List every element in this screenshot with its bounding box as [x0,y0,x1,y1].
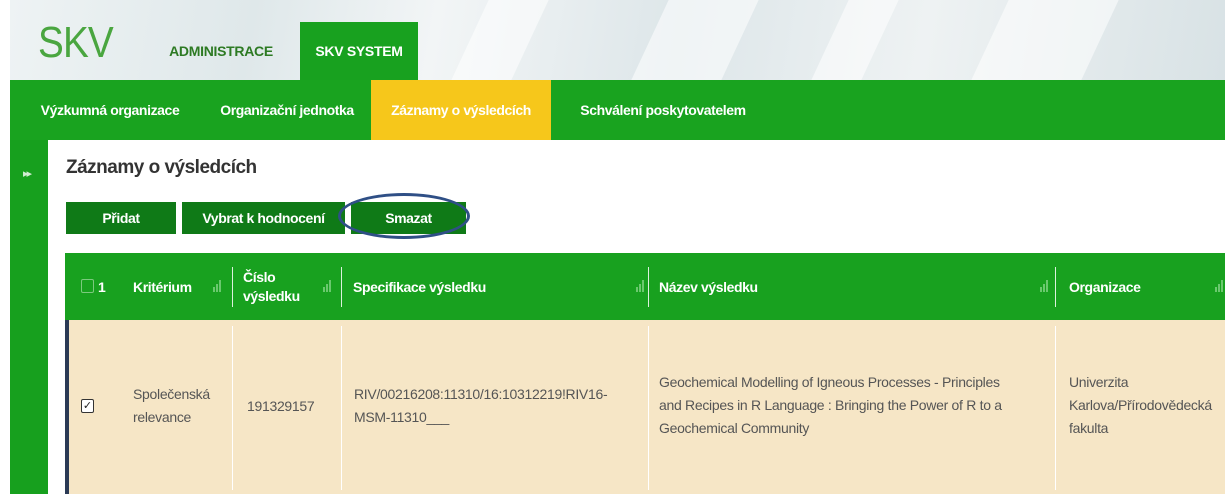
cell-text-line: RIV/00216208:11310/16:10312219!RIV16- [354,386,608,402]
column-divider [1055,267,1056,307]
table-header: 1 Kritérium Číslo výsledku Specifikace v… [65,253,1225,320]
cell-specifikace-vysledku: RIV/00216208:11310/16:10312219!RIV16- MS… [354,383,646,429]
column-divider [648,267,649,307]
cell-cislo-vysledku: 191329157 [247,398,315,414]
cell-kriterium: Společenská relevance [133,383,231,429]
column-label: Organizace [1069,278,1141,295]
nav-item-organizacni-jednotka[interactable]: Organizační jednotka [207,80,367,140]
sort-icon[interactable] [1040,280,1048,292]
column-header-kriterium[interactable]: Kritérium [132,253,232,320]
column-header-specifikace-vysledku[interactable]: Specifikace výsledku [353,253,648,320]
nav-item-zaznamy-o-vysledcich[interactable]: Záznamy o výsledcích [371,80,551,140]
cell-divider [341,326,342,490]
cell-divider [232,326,233,490]
column-label: Specifikace výsledku [353,278,486,295]
column-header-nazev-vysledku[interactable]: Název výsledku [659,253,1054,320]
nav-item-schvaleni-poskytovatelem[interactable]: Schválení poskytovatelem [563,80,763,140]
cell-text-line: MSM-11310___ [354,409,449,425]
cell-text-line: fakulta [1069,420,1109,436]
delete-button[interactable]: Smazat [351,202,466,234]
cell-text-line: Geochemical Community [659,420,810,436]
cell-text-line: Geochemical Modelling of Igneous Process… [659,374,1000,390]
column-header-organizace[interactable]: Organizace [1069,253,1225,320]
sort-icon[interactable] [1215,280,1223,292]
main-nav: Výzkumná organizace Organizační jednotka… [10,80,1225,140]
sort-icon[interactable] [213,280,221,292]
main-content: Záznamy o výsledcích Přidat Vybrat k hod… [48,140,1225,494]
cell-text-line: relevance [133,409,192,425]
column-header-cislo-vysledku[interactable]: Číslo výsledku [243,253,343,320]
column-divider [232,267,233,307]
tab-administrace[interactable]: ADMINISTRACE [160,22,282,80]
column-divider [341,267,342,307]
cell-text-line: Karlova/Přírodovědecká [1069,397,1212,413]
cell-text-line: and Recipes in R Language : Bringing the… [659,397,1002,413]
column-label-line1: Číslo [243,268,276,285]
select-all-checkbox[interactable] [81,279,94,293]
column-label-line2: výsledku [243,287,300,304]
cell-divider [1055,326,1056,490]
cell-nazev-vysledku: Geochemical Modelling of Igneous Process… [659,371,1051,440]
cell-divider [648,326,649,490]
table-row[interactable]: ✓ Společenská relevance 191329157 RIV/00… [65,320,1225,494]
skv-logo[interactable]: SKV [38,18,114,68]
app-header: SKV ADMINISTRACE SKV SYSTEM [10,0,1225,80]
nav-item-vyzkumna-organizace[interactable]: Výzkumná organizace [30,80,190,140]
row-selection-indicator [65,320,69,494]
sort-icon[interactable] [636,280,644,292]
cell-text-line: Společenská [133,386,210,402]
row-checkbox[interactable]: ✓ [81,399,94,413]
double-chevron-right-icon[interactable]: ▸▸ [23,167,32,180]
selected-count: 1 [98,278,106,295]
page-title: Záznamy o výsledcích [66,157,257,178]
cell-organizace: Univerzita Karlova/Přírodovědecká fakult… [1069,371,1225,440]
column-label: Kritérium [133,278,192,295]
cell-text-line: Univerzita [1069,374,1129,390]
add-button[interactable]: Přidat [66,202,176,234]
sort-icon[interactable] [323,280,331,292]
tab-skv-system[interactable]: SKV SYSTEM [300,22,418,80]
sidebar: ▸▸ [10,140,48,494]
column-label: Název výsledku [659,278,758,295]
select-for-evaluation-button[interactable]: Vybrat k hodnocení [182,202,345,234]
